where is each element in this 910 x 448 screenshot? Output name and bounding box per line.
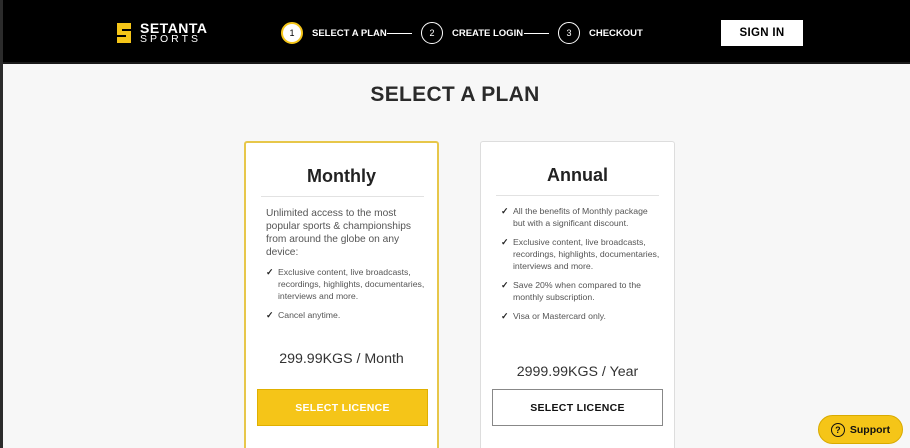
check-icon: ✓ (266, 310, 274, 320)
step-connector (524, 33, 549, 34)
feature-item: ✓ Exclusive content, live broadcasts, re… (266, 266, 426, 302)
question-icon: ? (830, 422, 845, 437)
step-checkout: 3 CHECKOUT (558, 22, 643, 44)
feature-item: ✓ Visa or Mastercard only. (501, 310, 661, 322)
card-divider (261, 196, 424, 197)
plan-card-annual[interactable]: Annual ✓ All the benefits of Monthly pac… (480, 141, 675, 448)
card-divider (496, 195, 659, 196)
plan-description: Unlimited access to the most popular spo… (266, 208, 411, 258)
feature-list: ✓ All the benefits of Monthly package bu… (501, 205, 661, 329)
step-label: SELECT A PLAN (312, 27, 387, 39)
step-number: 3 (558, 22, 580, 44)
feature-text: Exclusive content, live broadcasts, reco… (278, 267, 425, 301)
step-create-login: 2 CREATE LOGIN (421, 22, 523, 44)
step-connector (387, 33, 412, 34)
feature-text: Exclusive content, live broadcasts, reco… (513, 237, 660, 271)
feature-item: ✓ Cancel anytime. (266, 309, 426, 321)
logo-subwordmark: SPORTS (140, 33, 201, 45)
check-icon: ✓ (501, 311, 509, 321)
feature-item: ✓ Exclusive content, live broadcasts, re… (501, 236, 661, 272)
select-licence-button-annual[interactable]: SELECT LICENCE (492, 389, 663, 426)
header-divider (0, 62, 910, 64)
sign-in-button[interactable]: SIGN IN (721, 20, 803, 46)
logo-mark-icon (117, 23, 131, 43)
feature-text: Cancel anytime. (278, 310, 341, 320)
check-icon: ✓ (501, 206, 509, 216)
page-title: SELECT A PLAN (370, 83, 540, 106)
check-icon: ✓ (266, 267, 274, 277)
feature-text: All the benefits of Monthly package but … (513, 206, 648, 228)
plan-title: Monthly (307, 166, 376, 186)
check-icon: ✓ (501, 280, 509, 290)
plan-card-monthly[interactable]: Monthly Unlimited access to the most pop… (244, 141, 439, 448)
top-navigation-bar: SETANTA SPORTS 1 SELECT A PLAN 2 CREATE … (0, 0, 910, 64)
select-licence-button-monthly[interactable]: SELECT LICENCE (257, 389, 428, 426)
step-number: 2 (421, 22, 443, 44)
support-button[interactable]: ? Support (818, 415, 903, 444)
step-number: 1 (281, 22, 303, 44)
step-label: CREATE LOGIN (452, 27, 524, 39)
feature-text: Visa or Mastercard only. (513, 311, 606, 321)
support-label: Support (849, 423, 891, 436)
step-label: CHECKOUT (589, 27, 643, 39)
window-edge (0, 0, 3, 448)
check-icon: ✓ (501, 237, 509, 247)
feature-list: ✓ Exclusive content, live broadcasts, re… (266, 266, 426, 328)
feature-item: ✓ Save 20% when compared to the monthly … (501, 279, 661, 303)
feature-text: Save 20% when compared to the monthly su… (513, 280, 641, 302)
plan-price: 299.99KGS / Month (279, 351, 404, 367)
plan-title: Annual (547, 165, 608, 185)
plan-price: 2999.99KGS / Year (516, 364, 639, 380)
feature-item: ✓ All the benefits of Monthly package bu… (501, 205, 661, 229)
step-select-plan: 1 SELECT A PLAN (281, 22, 387, 44)
